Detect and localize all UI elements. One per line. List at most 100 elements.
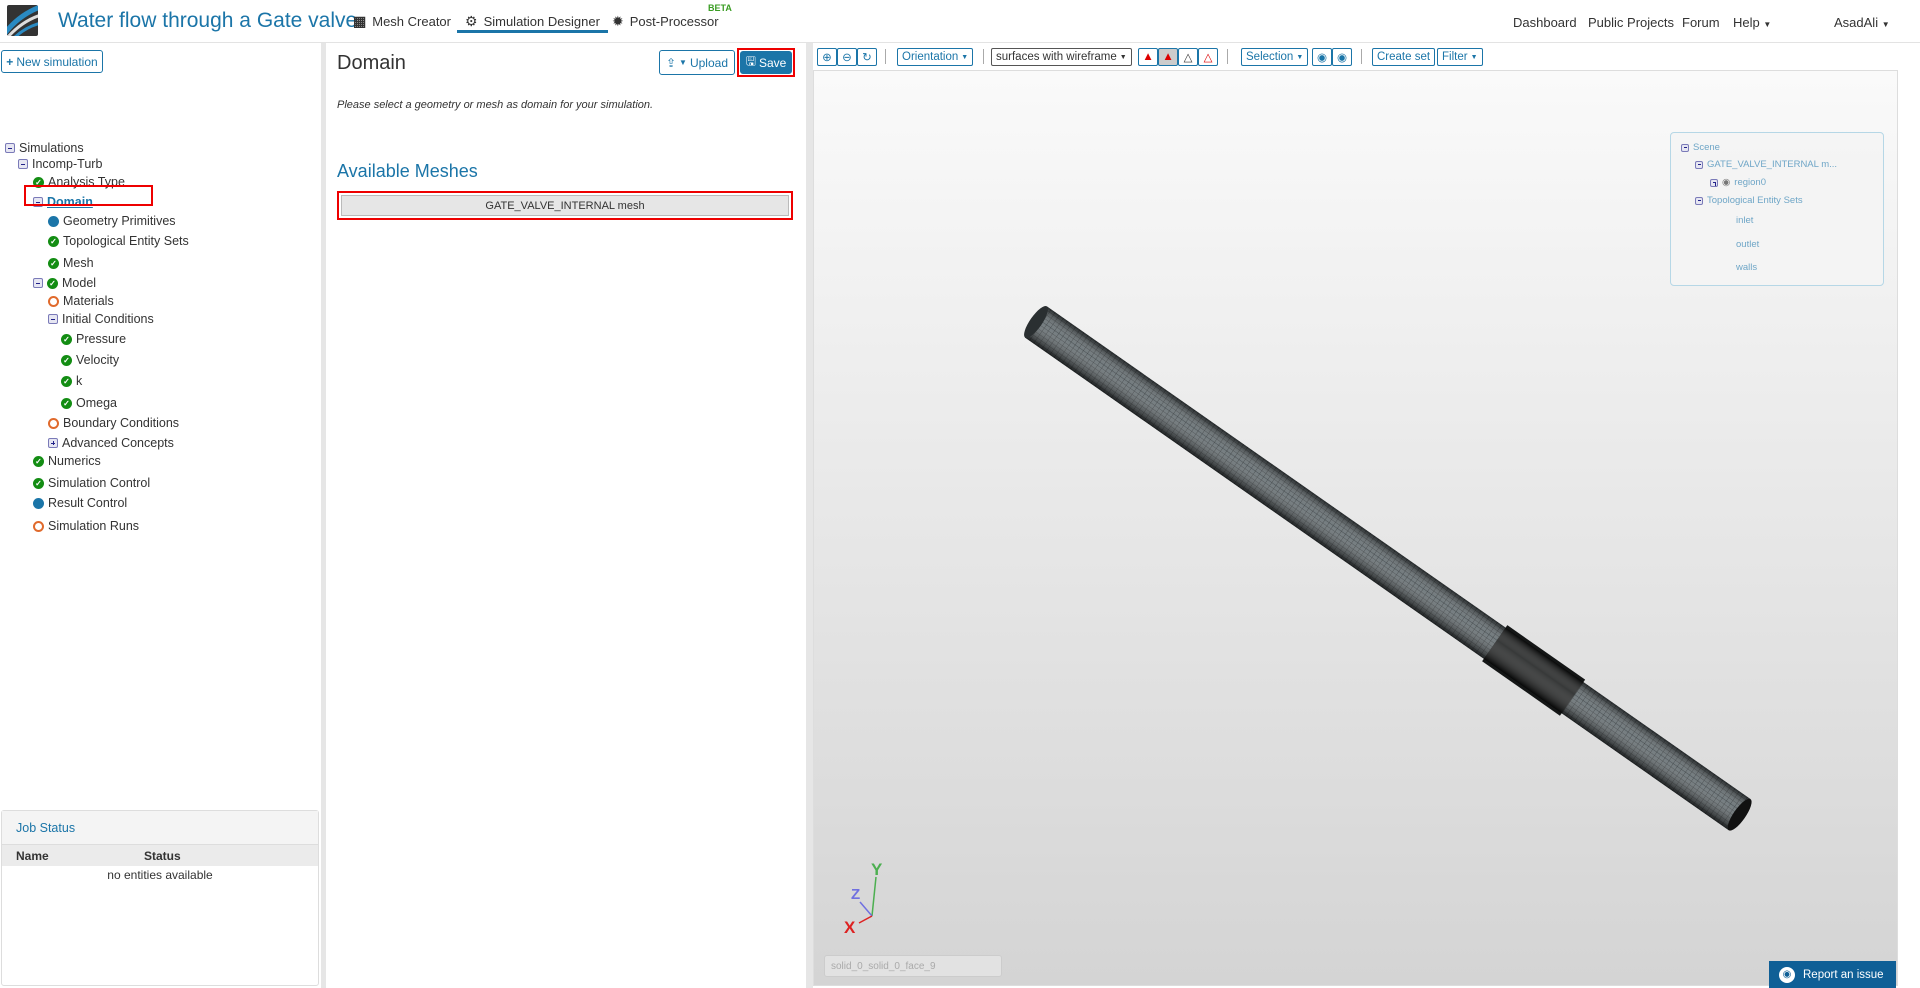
tree-item-k[interactable]: ✓ k — [61, 374, 82, 388]
available-meshes-heading: Available Meshes — [337, 161, 478, 181]
viewport-canvas[interactable]: Scene GATE_VALVE_INTERNAL m... ◉ region0 … — [813, 70, 1898, 986]
scene-set-inlet[interactable]: inlet — [1736, 215, 1753, 226]
expand-icon[interactable] — [48, 438, 58, 448]
point-triangle-icon: △ — [1203, 52, 1213, 64]
check-circle-icon: ✓ — [61, 333, 72, 345]
tree-item-omega[interactable]: ✓ Omega — [61, 396, 117, 410]
check-circle-icon: ✓ — [33, 477, 44, 489]
show-button[interactable]: ◉ — [1332, 48, 1352, 66]
eye-icon: ◉ — [1336, 52, 1348, 64]
tree-item-numerics[interactable]: ✓ Numerics — [33, 454, 101, 468]
tree-item-label: Boundary Conditions — [63, 416, 180, 430]
caret-down-icon: ▼ — [1881, 20, 1890, 29]
collapse-icon[interactable] — [1695, 196, 1703, 205]
panel-title: Domain — [337, 52, 406, 74]
new-simulation-button[interactable]: + New simulation — [1, 50, 103, 73]
info-dot-icon — [48, 215, 59, 227]
caret-down-icon: ▼ — [679, 58, 687, 67]
caret-down-icon: ▼ — [1763, 20, 1772, 29]
tree-item-advanced-concepts[interactable]: Advanced Concepts — [48, 436, 174, 450]
user-menu[interactable]: AsadAli ▼ — [1834, 15, 1890, 30]
tree-item-incomp-turb[interactable]: Incomp-Turb — [18, 157, 102, 171]
tree-item-initial-conditions[interactable]: Initial Conditions — [48, 312, 154, 326]
collapse-icon[interactable] — [5, 143, 15, 153]
refresh-icon: ↻ — [862, 52, 872, 64]
grid-icon: ▦ — [353, 13, 367, 29]
tree-item-label: Pressure — [76, 332, 127, 346]
tree-item-label: Geometry Primitives — [63, 214, 176, 228]
tree-item-label: Mesh — [63, 256, 94, 270]
scene-region[interactable]: ◉ region0 — [1710, 177, 1766, 188]
tree-item-geometry-primitives[interactable]: Geometry Primitives — [48, 214, 176, 228]
nav-forum[interactable]: Forum — [1682, 15, 1720, 30]
save-button[interactable]: 🖫 Save — [740, 51, 792, 74]
instruction-text: Please select a geometry or mesh as doma… — [337, 99, 654, 111]
eye-icon[interactable]: ◉ — [1722, 177, 1730, 188]
tree-item-pressure[interactable]: ✓ Pressure — [61, 332, 126, 346]
mesh-select-button[interactable]: GATE_VALVE_INTERNAL mesh — [341, 195, 789, 216]
scene-set-walls[interactable]: walls — [1736, 262, 1757, 273]
col-name: Name — [16, 849, 49, 863]
tree-item-boundary-conditions[interactable]: Boundary Conditions — [48, 416, 179, 430]
wireframe-surface-button[interactable]: ▲ — [1158, 48, 1178, 66]
nav-help[interactable]: Help ▼ — [1733, 15, 1771, 30]
reset-view-button[interactable]: ↻ — [857, 48, 877, 66]
render-mode-select[interactable]: surfaces with wireframe ▼ — [991, 48, 1132, 66]
nav-dashboard[interactable]: Dashboard — [1513, 15, 1577, 30]
surface-mode-button[interactable]: ▲ — [1138, 48, 1158, 66]
tab-mesh-creator[interactable]: ▦ Mesh Creator — [353, 13, 451, 30]
tree-item-label: Advanced Concepts — [62, 436, 174, 450]
filter-dropdown[interactable]: Filter ▼ — [1437, 48, 1483, 66]
tree-item-simulations[interactable]: Simulations — [5, 141, 84, 155]
selection-dropdown[interactable]: Selection ▼ — [1241, 48, 1309, 66]
tree-item-simulation-runs[interactable]: Simulation Runs — [33, 519, 139, 533]
hide-button[interactable]: ◉ — [1312, 48, 1332, 66]
caret-down-icon: ▼ — [1470, 53, 1478, 61]
eye-slash-icon: ◉ — [1316, 52, 1328, 64]
zoom-in-button[interactable]: ⊕ — [817, 48, 837, 66]
create-set-button[interactable]: Create set — [1372, 48, 1436, 66]
expand-icon[interactable] — [1710, 178, 1718, 187]
tree-item-model[interactable]: ✓ Model — [33, 276, 96, 290]
scene-set-outlet[interactable]: outlet — [1736, 239, 1759, 250]
zoom-out-button[interactable]: ⊖ — [837, 48, 857, 66]
incomplete-circle-icon — [48, 295, 59, 307]
tree-item-label: Simulation Control — [48, 476, 151, 490]
tree-item-label: Topological Entity Sets — [63, 234, 189, 248]
tree-item-topological-entity-sets[interactable]: ✓ Topological Entity Sets — [48, 234, 189, 248]
tree-item-mesh[interactable]: ✓ Mesh — [48, 256, 94, 270]
collapse-icon[interactable] — [18, 159, 28, 169]
collapse-icon[interactable] — [1681, 143, 1689, 152]
wire-triangle-icon: ▲ — [1162, 51, 1174, 63]
domain-panel: Domain ⇪ ▼ Upload 🖫 Save Please select a ge… — [326, 43, 806, 988]
collapse-icon[interactable] — [33, 278, 43, 288]
col-status: Status — [144, 849, 181, 863]
splitter-right[interactable] — [806, 43, 813, 988]
report-issue-button[interactable]: ◉ Report an issue — [1769, 961, 1896, 988]
collapse-icon[interactable] — [1695, 160, 1703, 169]
points-button[interactable]: △ — [1198, 48, 1218, 66]
tree-item-label: Result Control — [48, 496, 128, 510]
upload-button[interactable]: ⇪ ▼ Upload — [659, 50, 735, 75]
tree-item-velocity[interactable]: ✓ Velocity — [61, 353, 119, 367]
tree-item-label: k — [76, 374, 83, 388]
orientation-dropdown[interactable]: Orientation ▼ — [897, 48, 974, 66]
check-circle-icon: ✓ — [61, 397, 72, 409]
scene-root[interactable]: Scene — [1681, 142, 1720, 153]
scene-mesh[interactable]: GATE_VALVE_INTERNAL m... — [1695, 159, 1837, 170]
scene-sets[interactable]: Topological Entity Sets — [1695, 195, 1803, 206]
tree-item-label: Omega — [76, 396, 117, 410]
check-circle-icon: ✓ — [61, 354, 72, 366]
collapse-icon[interactable] — [48, 314, 58, 324]
tree-item-materials[interactable]: Materials — [48, 294, 114, 308]
face-name-field[interactable]: solid_0_solid_0_face_9 — [824, 955, 1002, 977]
tab-simulation-designer[interactable]: ⚙ Simulation Designer — [457, 13, 608, 33]
wireframe-button[interactable]: △ — [1178, 48, 1198, 66]
tree-item-result-control[interactable]: Result Control — [33, 496, 127, 510]
nav-public-projects[interactable]: Public Projects — [1588, 15, 1674, 30]
tree-item-label: Initial Conditions — [62, 312, 154, 326]
tree-item-simulation-control[interactable]: ✓ Simulation Control — [33, 476, 150, 490]
tab-post-processor[interactable]: ✹ Post-Processor — [612, 13, 719, 30]
job-empty-message: no entities available — [107, 868, 213, 882]
logo[interactable] — [7, 5, 38, 36]
